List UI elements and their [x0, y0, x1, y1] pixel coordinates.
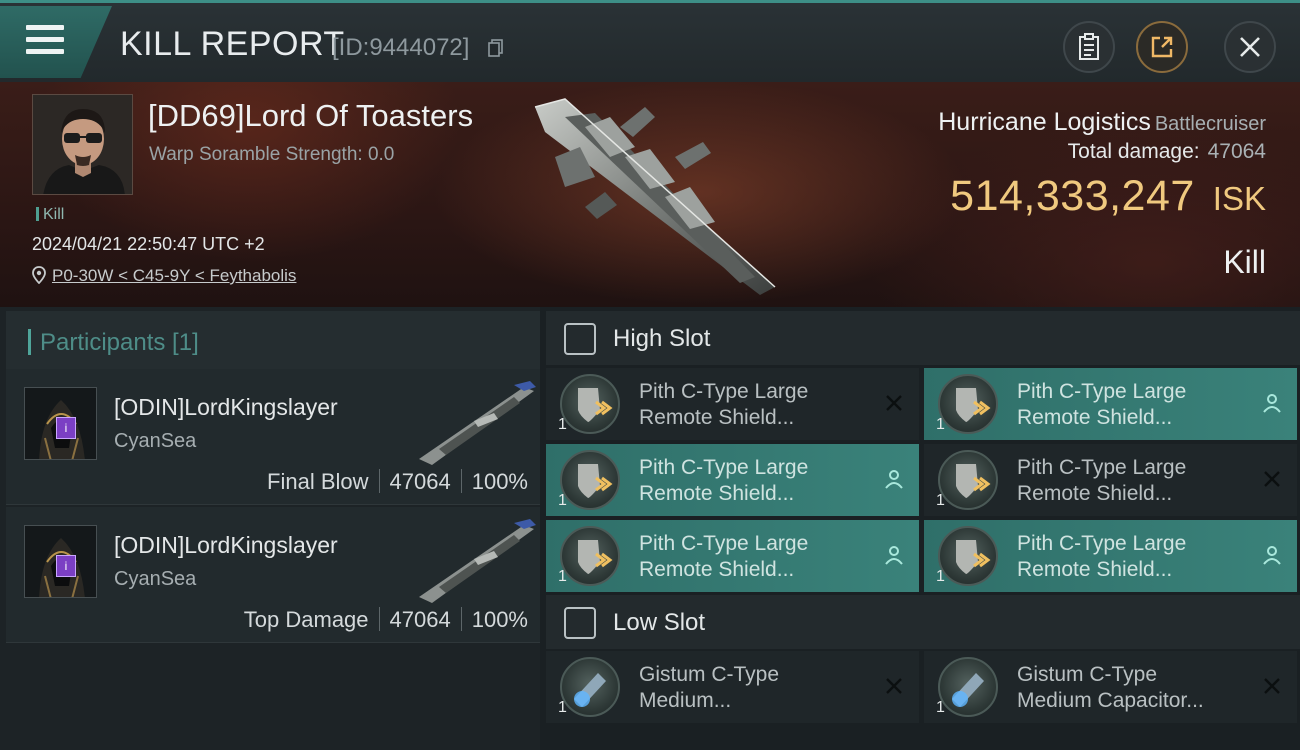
location-link[interactable]: P0-30W < C45-9Y < Feythabolis — [52, 266, 296, 285]
high-slot-icon — [564, 323, 596, 355]
low-slot-label: Low Slot — [613, 609, 706, 636]
hamburger-menu-icon[interactable] — [26, 25, 64, 57]
result-label: Kill — [1223, 244, 1266, 280]
module-shield-icon — [938, 450, 998, 510]
module-capacitor-icon — [938, 657, 998, 717]
victim-avatar[interactable] — [32, 94, 133, 195]
high-slot-header: High Slot — [546, 311, 1300, 365]
participants-title: Participants [1] — [40, 329, 199, 356]
ship-class: Battlecruiser — [1154, 113, 1266, 135]
module-item[interactable]: 1 Pith C-Type Large Remote Shield... — [546, 444, 919, 516]
participant-corp: CyanSea — [114, 568, 197, 590]
low-slot-header: Low Slot — [546, 595, 1300, 649]
warp-scramble-strength: Warp Soramble Strength: 0.0 — [149, 144, 395, 165]
total-damage: Total damage: 47064 — [1068, 140, 1266, 164]
module-shield-icon — [560, 374, 620, 434]
module-name: Pith C-Type Large Remote Shield... — [639, 456, 809, 505]
module-quantity: 1 — [936, 416, 945, 433]
module-item[interactable]: 1 Gistum C-Type Medium Capacitor... — [924, 651, 1297, 723]
isk-value: 514,333,247 ISK — [950, 172, 1266, 221]
module-name: Gistum C-Type Medium Capacitor... — [1017, 663, 1204, 712]
page-title: KILL REPORT — [120, 25, 345, 63]
module-item[interactable]: 1 Pith C-Type Large Remote Shield... — [546, 368, 919, 440]
module-shield-icon — [560, 526, 620, 586]
module-quantity: 1 — [936, 492, 945, 509]
module-quantity: 1 — [936, 699, 945, 716]
victim-ship-render — [534, 98, 776, 295]
isk-unit: ISK — [1212, 180, 1266, 217]
share-button[interactable] — [1136, 21, 1188, 73]
module-shield-icon — [560, 450, 620, 510]
module-item[interactable]: 1 Pith C-Type Large Remote Shield... — [546, 520, 919, 592]
low-slot-icon — [564, 607, 596, 639]
participants-panel: Participants [1] i [ODIN]LordKingslayer … — [0, 307, 540, 750]
module-shield-icon — [938, 526, 998, 586]
module-item[interactable]: 1 Pith C-Type Large Remote Shield... — [924, 368, 1297, 440]
ship-name-text: Hurricane Logistics — [938, 108, 1151, 136]
participant-row[interactable]: i [ODIN]LordKingslayer CyanSea Top Damag… — [6, 507, 540, 643]
participant-corp: CyanSea — [114, 430, 197, 452]
destroyed-x-icon — [1264, 471, 1280, 487]
total-damage-value: 47064 — [1207, 140, 1266, 163]
high-slot-label: High Slot — [613, 325, 711, 352]
destroyed-x-icon — [886, 395, 902, 411]
victim-pilot-name[interactable]: [DD69]Lord Of Toasters — [148, 98, 473, 134]
destroyed-x-icon — [1264, 678, 1280, 694]
destroyed-x-icon — [886, 678, 902, 694]
module-quantity: 1 — [558, 699, 567, 716]
participant-name[interactable]: [ODIN]LordKingslayer — [114, 532, 338, 559]
module-name: Gistum C-Type Medium... — [639, 663, 780, 712]
participant-ship-icon — [419, 381, 536, 465]
close-button[interactable] — [1224, 21, 1276, 73]
top-bar: KILL REPORT [ID:9444072] — [0, 0, 1300, 82]
report-id: [ID:9444072] — [332, 34, 470, 61]
participant-badge-icon: i — [56, 555, 76, 577]
module-capacitor-icon — [560, 657, 620, 717]
module-name: Pith C-Type Large Remote Shield... — [639, 532, 809, 581]
participant-row[interactable]: i [ODIN]LordKingslayer CyanSea Final Blo… — [6, 369, 540, 505]
dropped-person-icon — [1263, 546, 1281, 565]
participant-ship-icon — [419, 519, 536, 603]
participant-damage: 47064 — [389, 607, 451, 632]
module-name: Pith C-Type Large Remote Shield... — [639, 380, 809, 429]
module-quantity: 1 — [558, 492, 567, 509]
copy-icon[interactable] — [488, 39, 504, 57]
kill-type-label: Kill — [36, 206, 64, 224]
dropped-person-icon — [885, 546, 903, 565]
location-pin-icon — [32, 266, 46, 285]
participant-badge-icon: i — [56, 417, 76, 439]
participant-damage: 47064 — [389, 469, 451, 494]
participant-role: Final Blow — [267, 469, 369, 494]
module-item[interactable]: 1 Pith C-Type Large Remote Shield... — [924, 520, 1297, 592]
kill-datetime: 2024/04/21 22:50:47 UTC +2 — [32, 234, 265, 254]
participants-header: Participants [1] — [6, 311, 540, 369]
participant-percent: 100% — [471, 607, 528, 632]
isk-amount: 514,333,247 — [950, 172, 1195, 220]
module-name: Pith C-Type Large Remote Shield... — [1017, 456, 1187, 505]
participant-name[interactable]: [ODIN]LordKingslayer — [114, 394, 338, 421]
module-name: Pith C-Type Large Remote Shield... — [1017, 532, 1187, 581]
fitting-panel: High Slot 1 Pith C-Type Large Remote Shiel… — [540, 307, 1300, 750]
victim-ship-name[interactable]: Hurricane Logistics Battlecruiser — [938, 108, 1266, 137]
participant-stats: Final Blow 47064 100% — [267, 469, 528, 495]
total-damage-label: Total damage: — [1067, 140, 1200, 163]
participant-stats: Top Damage 47064 100% — [244, 607, 528, 633]
clipboard-icon — [1079, 33, 1099, 60]
module-item[interactable]: 1 Gistum C-Type Medium... — [546, 651, 919, 723]
module-quantity: 1 — [936, 568, 945, 585]
participant-role: Top Damage — [243, 607, 369, 632]
kill-location[interactable]: P0-30W < C45-9Y < Feythabolis — [32, 266, 296, 286]
victim-hero: [DD69]Lord Of Toasters Warp Soramble Str… — [0, 82, 1300, 307]
clipboard-button[interactable] — [1063, 21, 1115, 73]
module-name: Pith C-Type Large Remote Shield... — [1017, 380, 1187, 429]
module-item[interactable]: 1 Pith C-Type Large Remote Shield... — [924, 444, 1297, 516]
dropped-person-icon — [1263, 394, 1281, 413]
participant-percent: 100% — [471, 469, 528, 494]
module-quantity: 1 — [558, 568, 567, 585]
module-quantity: 1 — [558, 416, 567, 433]
dropped-person-icon — [885, 470, 903, 489]
share-icon — [1151, 36, 1173, 58]
module-shield-icon — [938, 374, 998, 434]
close-icon — [1240, 37, 1260, 57]
